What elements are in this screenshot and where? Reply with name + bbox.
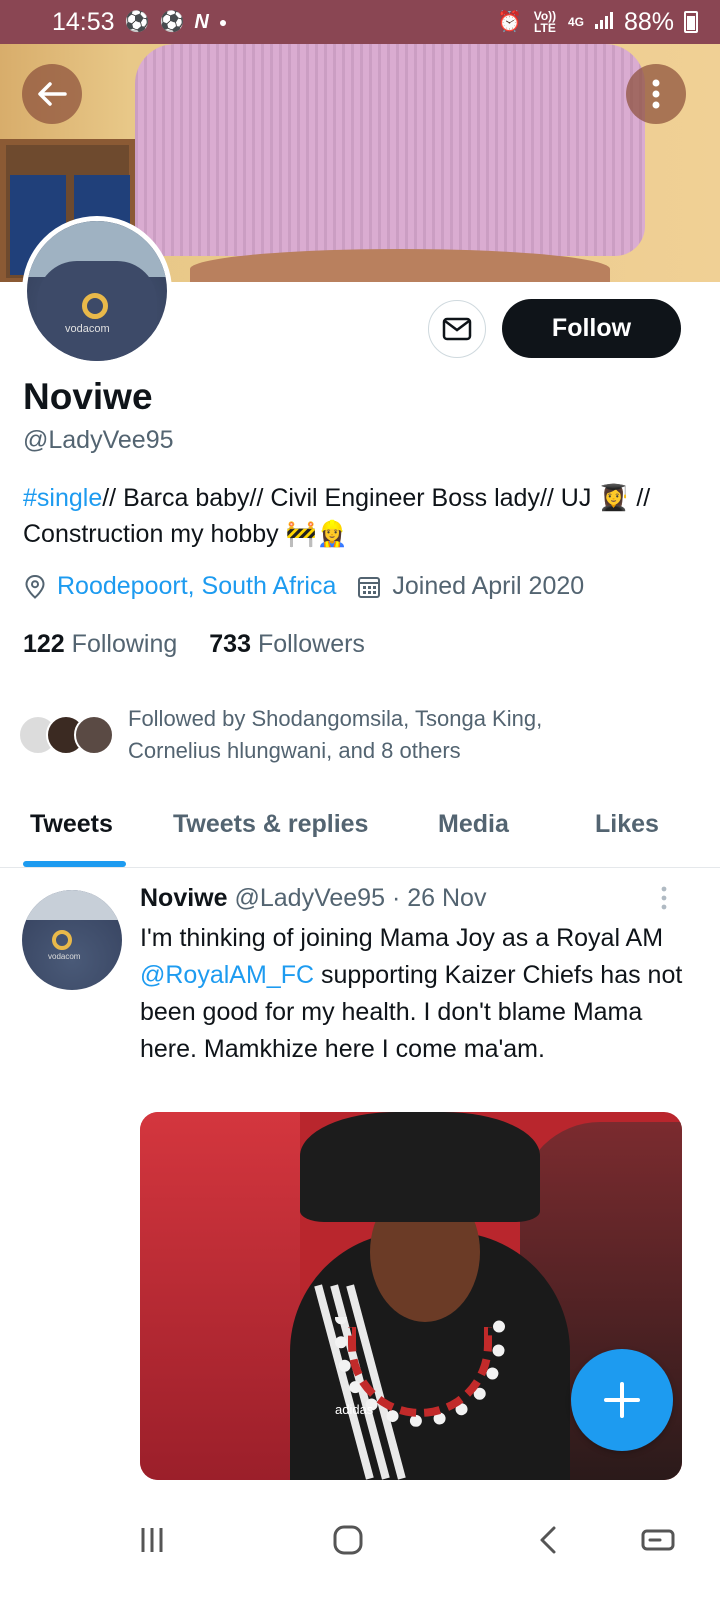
- followers-link[interactable]: 733 Followers: [209, 630, 365, 659]
- plus-icon: [604, 1382, 640, 1418]
- back-nav-button[interactable]: [530, 1522, 566, 1558]
- recent-apps-button[interactable]: [134, 1522, 170, 1558]
- tweet-more-button[interactable]: [660, 886, 668, 914]
- joined-date: Joined April 2020: [392, 572, 585, 600]
- tweet-avatar[interactable]: vodacom: [22, 890, 122, 990]
- alarm-icon: ⏰: [497, 11, 522, 33]
- tab-media[interactable]: Media: [438, 810, 509, 839]
- banner-photo: [135, 44, 645, 256]
- bio-text: // Barca baby// Civil Engineer Boss lady…: [23, 484, 651, 548]
- followed-by[interactable]: Followed by Shodangomsila, Tsonga King, …: [18, 703, 598, 767]
- signal-icon: [594, 10, 614, 34]
- home-button[interactable]: [330, 1522, 366, 1558]
- status-bar: 14:53 ⚽ ⚽ N ● ⏰ Vo)) LTE 4G 88%: [0, 0, 720, 44]
- tweet-text: I'm thinking of joining Mama Joy as a Ro…: [140, 924, 683, 1063]
- active-tab-indicator: [23, 861, 126, 867]
- more-button[interactable]: [626, 64, 686, 124]
- home-icon: [333, 1525, 363, 1555]
- profile-bio: #single// Barca baby// Civil Engineer Bo…: [23, 480, 683, 552]
- tweet-date[interactable]: 26 Nov: [407, 884, 486, 912]
- message-button[interactable]: [428, 300, 486, 358]
- recent-apps-icon: [141, 1528, 163, 1552]
- volte-icon: Vo)) LTE: [533, 9, 557, 35]
- envelope-icon: [442, 317, 472, 341]
- compose-tweet-button[interactable]: [571, 1349, 673, 1451]
- tweet-header: Noviwe @LadyVee95 · 26 Nov: [140, 884, 486, 913]
- profile-meta: Roodepoort, South Africa Joined April 20…: [23, 572, 584, 601]
- 4g-icon: 4G: [567, 15, 584, 29]
- profile-handle: @LadyVee95: [23, 426, 174, 454]
- status-time: 14:53: [52, 7, 115, 36]
- follow-button[interactable]: Follow: [502, 299, 681, 358]
- bio-hashtag-link[interactable]: #single: [23, 484, 102, 512]
- image-brand: adidas: [335, 1402, 374, 1417]
- mention-link[interactable]: @RoyalAM_FC: [140, 961, 314, 989]
- tweet-separator: ·: [391, 884, 401, 912]
- more-vertical-icon: [652, 79, 660, 109]
- avatar-brand: vodacom: [65, 323, 110, 335]
- location-pin-icon: [25, 574, 45, 599]
- following-link[interactable]: 122 Following: [23, 630, 177, 659]
- back-icon: [540, 1526, 556, 1554]
- battery-icon: [684, 11, 698, 33]
- followers-avatars: [18, 711, 114, 759]
- dot-icon: ●: [218, 14, 228, 30]
- profile-avatar[interactable]: vodacom: [22, 216, 172, 366]
- calendar-icon: [358, 576, 381, 598]
- tab-tweets-replies[interactable]: Tweets & replies: [173, 810, 368, 839]
- profile-tabs: Tweets Tweets & replies Media Likes: [0, 800, 720, 868]
- arrow-left-icon: [38, 82, 67, 106]
- follow-counts: 122 Following 733 Followers: [23, 630, 365, 659]
- tweet-handle: @LadyVee95: [234, 884, 385, 912]
- rotate-icon: [641, 1529, 675, 1551]
- soccer-ball-icon: ⚽: [159, 11, 185, 33]
- tab-tweets[interactable]: Tweets: [30, 810, 113, 839]
- tweet-avatar-brand: vodacom: [48, 952, 81, 961]
- followed-by-text: Followed by Shodangomsila, Tsonga King, …: [128, 706, 543, 763]
- n-icon: N: [194, 11, 209, 33]
- tab-likes[interactable]: Likes: [595, 810, 659, 839]
- rotate-button[interactable]: [638, 1522, 678, 1558]
- back-button[interactable]: [22, 64, 82, 124]
- tweet-author[interactable]: Noviwe: [140, 884, 228, 912]
- soccer-ball-icon: ⚽: [124, 11, 150, 33]
- battery-percent: 88%: [623, 7, 674, 36]
- more-vertical-icon: [661, 886, 667, 910]
- location-link[interactable]: Roodepoort, South Africa: [57, 572, 336, 601]
- system-nav-bar: [0, 1482, 720, 1605]
- profile-name: Noviwe: [23, 376, 153, 417]
